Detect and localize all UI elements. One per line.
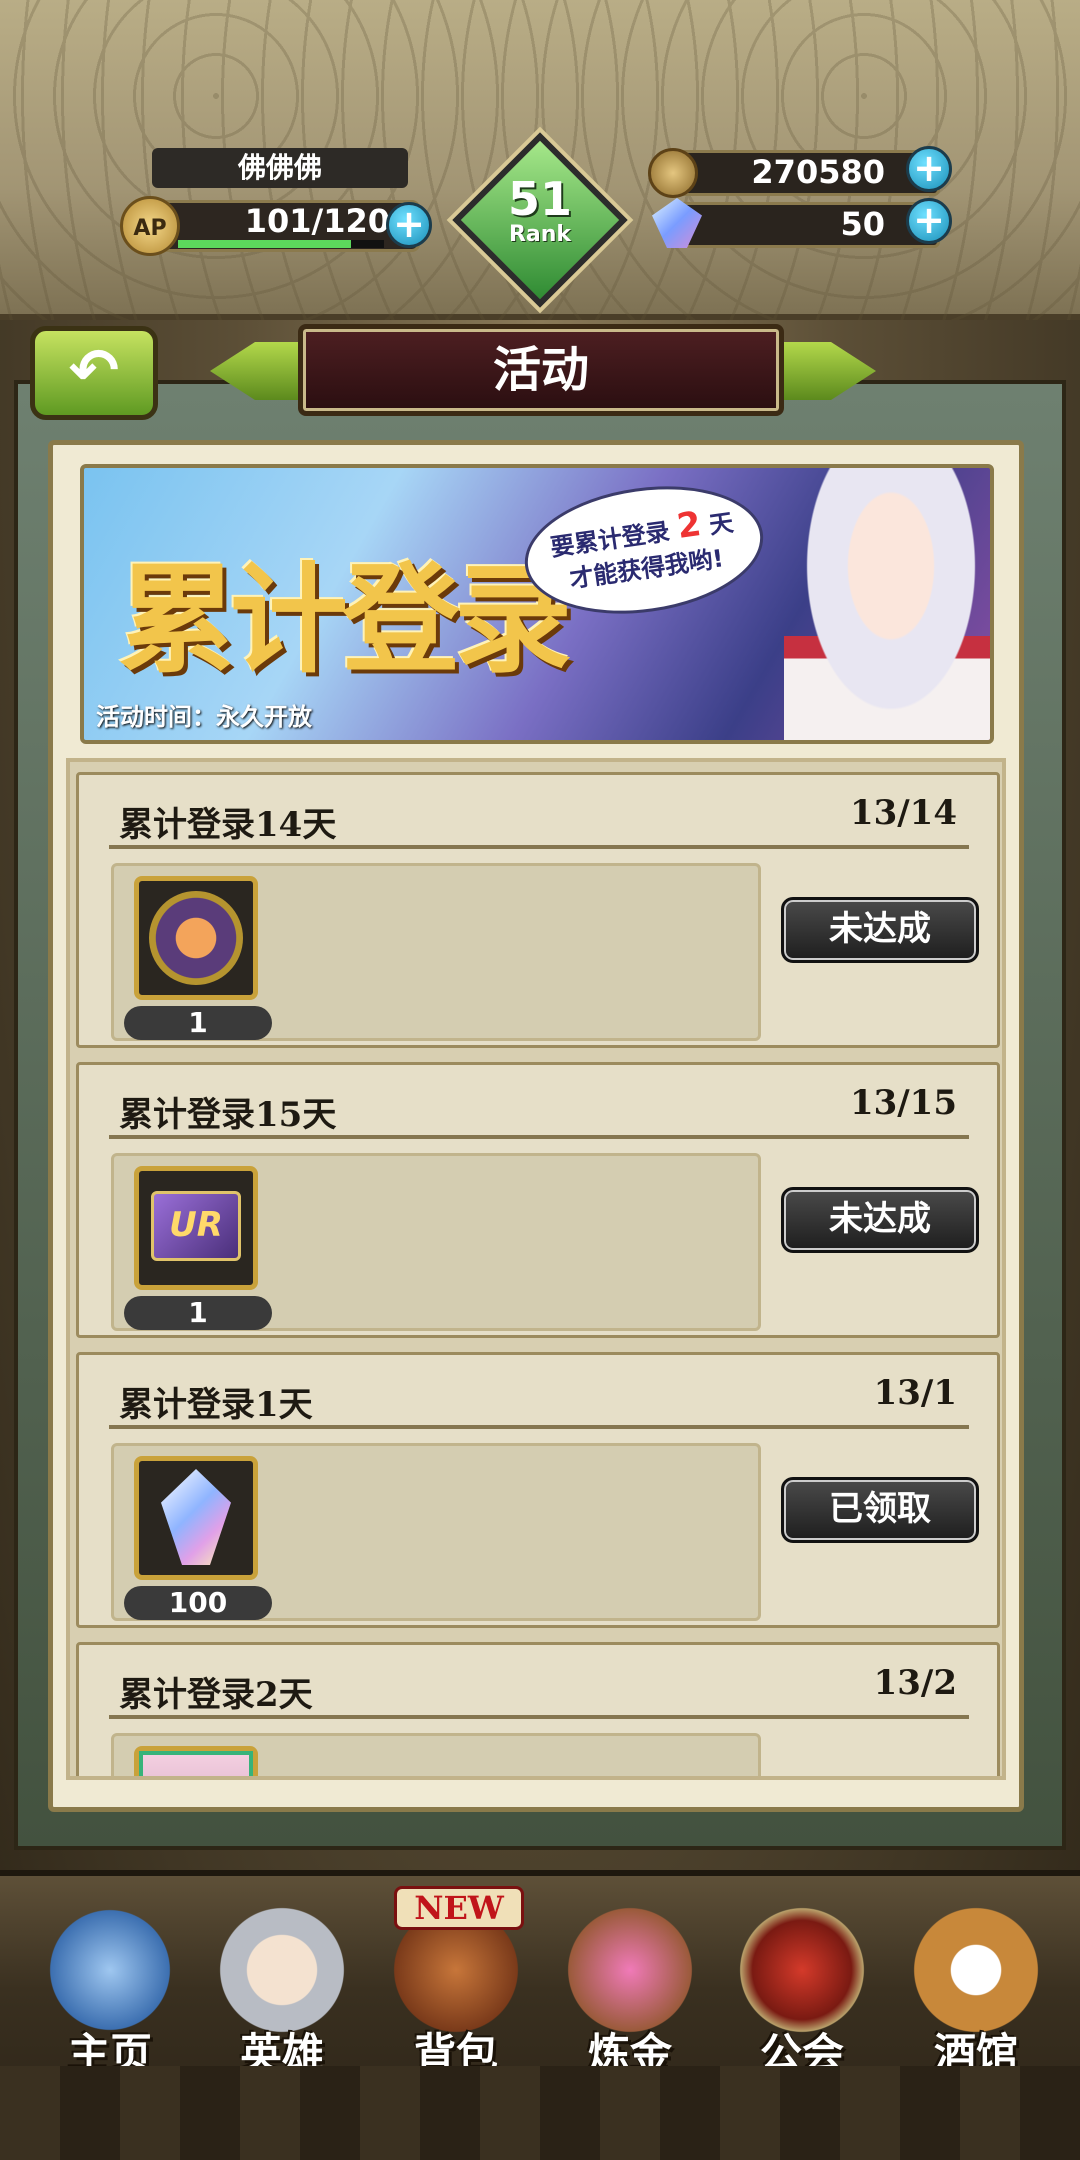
activity-screen: 佛佛佛 AP 101/120 + 51 Rank 270580 + 50 + ↶… bbox=[0, 0, 1080, 2160]
reward-items: 1 bbox=[111, 863, 761, 1041]
nav-footer-ornament bbox=[0, 2066, 1080, 2160]
divider bbox=[109, 1425, 969, 1429]
page-title: 活动 bbox=[298, 324, 784, 416]
ap-icon: AP bbox=[120, 196, 180, 256]
nav-guild[interactable]: 公会 bbox=[716, 1890, 888, 2090]
reward-title: 累计登录2天 bbox=[119, 1675, 313, 1715]
divider bbox=[109, 845, 969, 849]
rank-label: Rank bbox=[508, 222, 572, 247]
reward-card: 累计登录15天 13/15 UR 1 未达成 bbox=[76, 1062, 1000, 1338]
bubble-unit: 天 bbox=[707, 508, 736, 540]
item-quantity: 1 bbox=[124, 1296, 272, 1330]
back-button[interactable]: ↶ bbox=[30, 326, 158, 420]
reward-progress: 13/15 bbox=[849, 1083, 957, 1123]
castle-icon bbox=[40, 1900, 180, 2040]
add-gold-button[interactable]: + bbox=[906, 146, 952, 192]
new-badge: NEW bbox=[394, 1886, 524, 1930]
reward-items: 100 bbox=[111, 1443, 761, 1621]
event-banner: 累计登录 要累计登录 2 天 才能获得我哟! 活动时间：永久开放 bbox=[80, 464, 994, 744]
reward-card: 累计登录2天 13/2 bbox=[76, 1642, 1000, 1776]
back-arrow-icon: ↶ bbox=[68, 336, 120, 406]
hero-card-icon bbox=[139, 1751, 253, 1776]
ap-progress-bar bbox=[178, 240, 384, 248]
reward-items bbox=[111, 1733, 761, 1776]
ap-progress-fill bbox=[178, 240, 352, 248]
gem-counter: 50 bbox=[668, 202, 940, 248]
ap-value: 101/120 bbox=[244, 202, 390, 240]
reward-item[interactable] bbox=[134, 1456, 258, 1580]
reward-title: 累计登录15天 bbox=[119, 1095, 337, 1135]
reward-title: 累计登录14天 bbox=[119, 805, 337, 845]
claim-button[interactable]: 未达成 bbox=[781, 1187, 979, 1253]
claim-button[interactable]: 未达成 bbox=[781, 897, 979, 963]
nav-bag[interactable]: NEW 背包 bbox=[370, 1886, 542, 2090]
ur-ticket-icon: UR bbox=[151, 1191, 241, 1261]
bubble-days: 2 bbox=[674, 504, 704, 547]
event-time: 活动时间：永久开放 bbox=[96, 703, 312, 731]
reward-title: 累计登录1天 bbox=[119, 1385, 313, 1425]
reward-card: 累计登录1天 13/1 100 已领取 bbox=[76, 1352, 1000, 1628]
divider bbox=[109, 1135, 969, 1139]
gold-coin-icon bbox=[648, 148, 698, 198]
gold-counter: 270580 bbox=[668, 150, 940, 196]
reward-items: UR 1 bbox=[111, 1153, 761, 1331]
player-name: 佛佛佛 bbox=[152, 148, 408, 188]
nav-tavern[interactable]: 酒馆 bbox=[890, 1890, 1062, 2090]
reward-progress: 13/1 bbox=[873, 1373, 957, 1413]
reward-item[interactable]: UR bbox=[134, 1166, 258, 1290]
reward-item[interactable] bbox=[134, 1746, 258, 1776]
nav-alchemy[interactable]: 炼金 bbox=[544, 1890, 716, 2090]
beer-mug-icon bbox=[906, 1900, 1046, 2040]
reward-list[interactable]: 累计登录14天 13/14 1 未达成 累计登录15天 13/15 UR 1 未 bbox=[66, 758, 1006, 1780]
character-illustration bbox=[784, 468, 990, 740]
hero-helmet-icon bbox=[212, 1900, 352, 2040]
add-gem-button[interactable]: + bbox=[906, 198, 952, 244]
nav-heroes[interactable]: 英雄 bbox=[196, 1890, 368, 2090]
reward-item[interactable] bbox=[134, 876, 258, 1000]
crystal-icon bbox=[161, 1469, 231, 1565]
rank-number: 51 bbox=[507, 172, 572, 226]
reward-progress: 13/14 bbox=[849, 793, 957, 833]
reward-card: 累计登录14天 13/14 1 未达成 bbox=[76, 772, 1000, 1048]
divider bbox=[109, 1715, 969, 1719]
item-quantity: 100 bbox=[124, 1586, 272, 1620]
item-quantity: 1 bbox=[124, 1006, 272, 1040]
add-ap-button[interactable]: + bbox=[386, 202, 432, 248]
crest-icon bbox=[149, 891, 243, 985]
banner-title: 累计登录 bbox=[118, 550, 572, 689]
nav-home[interactable]: 主页 bbox=[24, 1890, 196, 2090]
guild-shield-icon bbox=[732, 1900, 872, 2040]
potion-rack-icon bbox=[560, 1900, 700, 2040]
claim-button[interactable]: 已领取 bbox=[781, 1477, 979, 1543]
reward-progress: 13/2 bbox=[873, 1663, 957, 1703]
rank-badge[interactable]: 51 Rank bbox=[452, 132, 628, 308]
